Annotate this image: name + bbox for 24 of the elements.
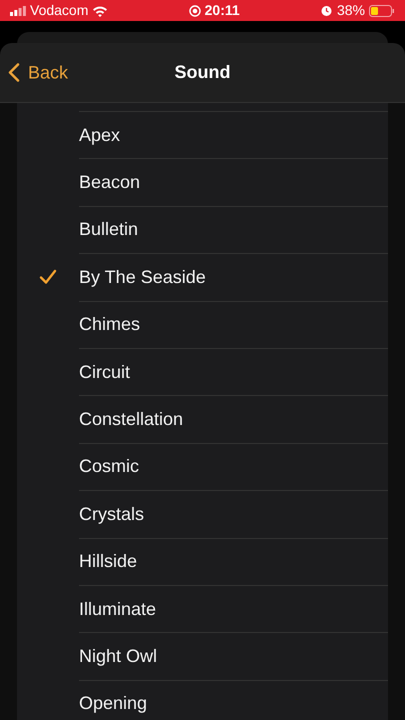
sound-option[interactable]: Cosmic <box>17 442 388 490</box>
signal-icon <box>10 6 26 16</box>
sound-option[interactable]: Apex <box>17 111 388 158</box>
battery-percent: 38% <box>336 1 365 20</box>
alarm-icon <box>320 4 333 17</box>
sound-option[interactable]: By The Seaside <box>17 253 388 301</box>
screen-title: Sound <box>174 61 230 84</box>
battery-icon <box>368 4 395 16</box>
sound-option[interactable]: Chimes <box>17 300 388 348</box>
sound-option[interactable]: Crystals <box>17 490 388 538</box>
back-button[interactable]: Back <box>0 59 68 86</box>
chevron-left-icon <box>8 62 20 82</box>
clock-time: 20:11 <box>204 1 240 20</box>
sound-option[interactable]: Circuit <box>17 348 388 396</box>
sound-option[interactable]: Illuminate <box>17 584 388 632</box>
sound-option[interactable]: Bulletin <box>17 206 388 254</box>
sound-option[interactable]: Constellation <box>17 395 388 443</box>
sound-option[interactable]: Night Owl <box>17 632 388 680</box>
record-icon <box>188 4 201 16</box>
carrier-name: Vodacom <box>30 1 88 20</box>
sound-option[interactable]: Hillside <box>17 538 388 585</box>
sound-option[interactable]: Beacon <box>17 158 388 206</box>
sound-option[interactable]: Opening <box>17 680 388 720</box>
wifi-icon <box>92 4 108 16</box>
